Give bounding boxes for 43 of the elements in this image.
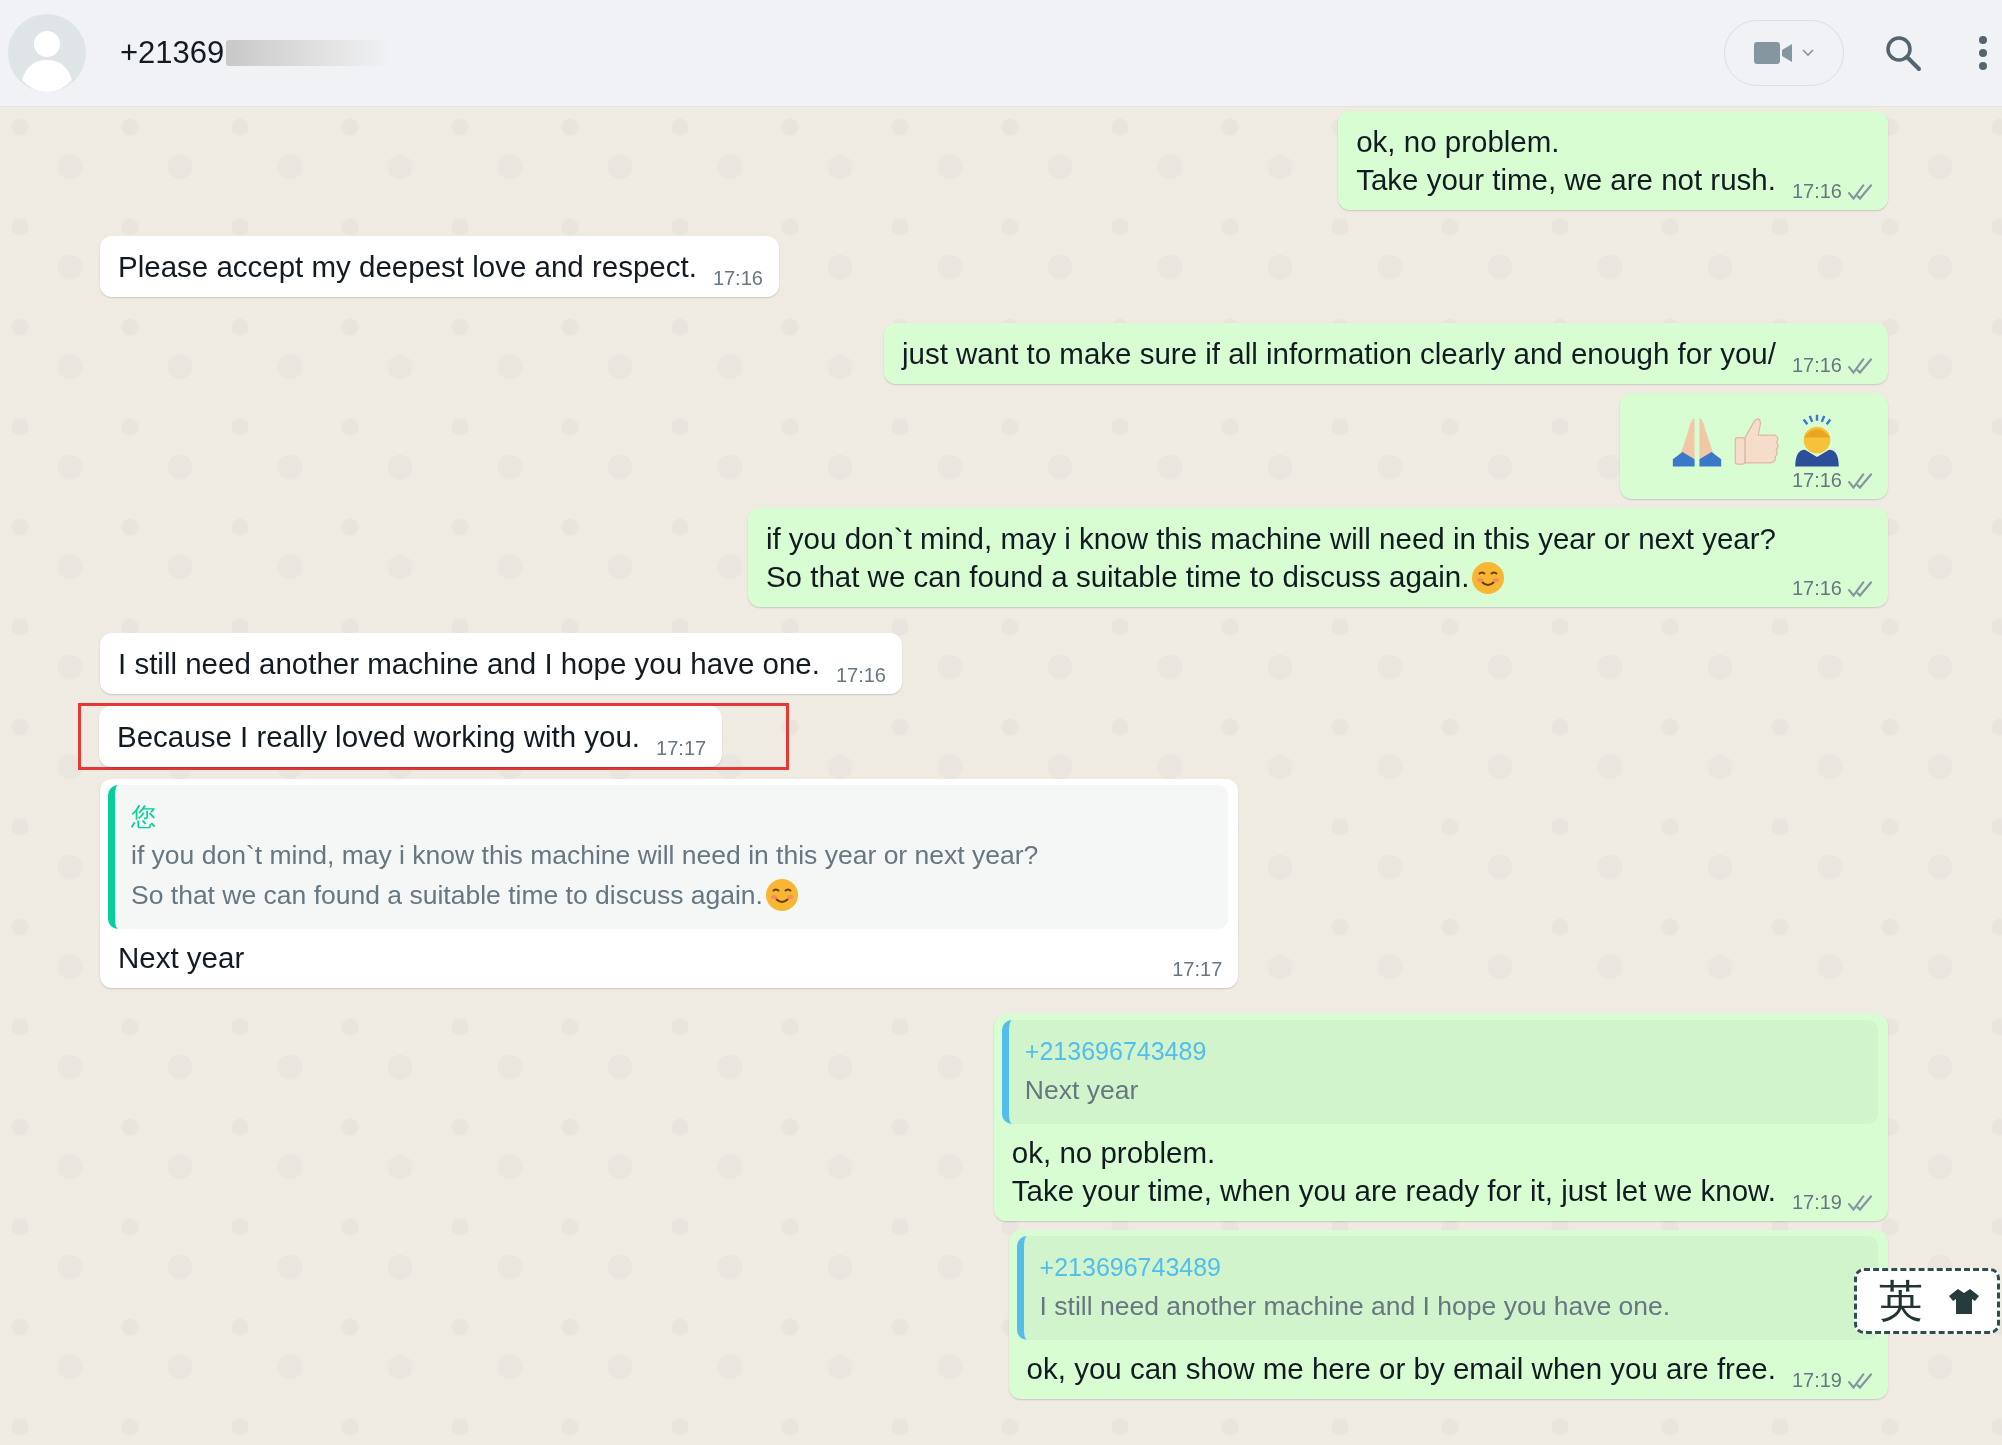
message-text: Next year: [118, 940, 246, 976]
quoted-message[interactable]: +213696743489 Next year: [1001, 1020, 1878, 1124]
message-text: Because I really loved working with you.: [117, 719, 641, 755]
message-bubble[interactable]: 您 if you don`t mind, may i know this machine will need in this year or next year? So that we can found a suitable time to discuss again. Next year 17:17: [100, 779, 1239, 988]
message-text: ok, no problem. Take your time, we are not rush.: [1356, 124, 1776, 198]
message-bubble[interactable]: Because I really loved working with you. 17:17: [99, 706, 723, 767]
message-text: I still need another machine and I hope you have one.: [118, 646, 820, 682]
quote-author: 您: [131, 801, 157, 832]
message-text: ok, you can show me here or by email when you are free.: [1026, 1351, 1776, 1387]
menu-icon[interactable]: [1978, 35, 1988, 71]
message-bubble[interactable]: I still need another machine and I hope you have one. 17:16: [100, 633, 902, 694]
video-camera-icon: [1754, 40, 1794, 66]
message-time: 17:16: [1791, 577, 1842, 600]
message-time: 17:16: [1791, 354, 1842, 377]
search-icon[interactable]: [1884, 34, 1922, 72]
quoted-message[interactable]: +213696743489 I still need another machine and I hope you have one.: [1016, 1236, 1878, 1340]
quote-author: +213696743489: [1024, 1036, 1208, 1067]
message-time: 17:19: [1791, 1369, 1842, 1392]
message-bubble[interactable]: Please accept my deepest love and respect. 17:16: [100, 236, 779, 297]
quote-author: +213696743489: [1039, 1252, 1223, 1283]
message-bubble[interactable]: 17:16: [1620, 393, 1888, 499]
message-text: Please accept my deepest love and respect.: [118, 249, 697, 285]
shirt-icon[interactable]: [1949, 1288, 1979, 1314]
message-text: ok, no problem. Take your time, when you are ready for it, just let we know.: [1011, 1135, 1776, 1209]
message-text: just want to make sure if all information clearly and enough for you/: [901, 336, 1776, 372]
message-time: 17:19: [1791, 1191, 1842, 1214]
quote-text: Next year: [1024, 1074, 1140, 1107]
message-time: 17:17: [656, 737, 707, 760]
message-bubble[interactable]: +213696743489 Next year ok, no problem. Take your time, when you are ready for it, just let we know. 17:19: [993, 1014, 1888, 1221]
contact-name[interactable]: +21369: [120, 35, 225, 71]
quote-text: if you don`t mind, may i know this machine will need in this year or next year? So that we can found a suitable time to discuss again.: [131, 839, 1039, 914]
message-bubble[interactable]: if you don`t mind, may i know this machine will need in this year or next year? So that we can found a suitable time to discuss again. 17:16: [747, 508, 1888, 607]
message-bubble[interactable]: just want to make sure if all information clearly and enough for you/ 17:16: [883, 323, 1888, 384]
message-bubble[interactable]: ok, no problem. Take your time, we are not rush. 17:16: [1338, 111, 1888, 210]
message-time: 17:16: [712, 267, 763, 290]
message-text: if you don`t mind, may i know this machine will need in this year or next year? So that we can found a suitable time to discuss again.: [765, 521, 1776, 596]
message-time: 17:16: [1791, 469, 1842, 492]
caret-icon: [1802, 49, 1814, 57]
message-time: 17:17: [1172, 958, 1223, 981]
message-time: 17:16: [1791, 180, 1842, 203]
quote-text: I still need another machine and I hope you have one.: [1039, 1290, 1672, 1323]
message-time: 17:16: [835, 664, 886, 687]
quoted-message[interactable]: 您 if you don`t mind, may i know this machine will need in this year or next year? So that we can found a suitable time to discuss again.: [108, 785, 1229, 929]
